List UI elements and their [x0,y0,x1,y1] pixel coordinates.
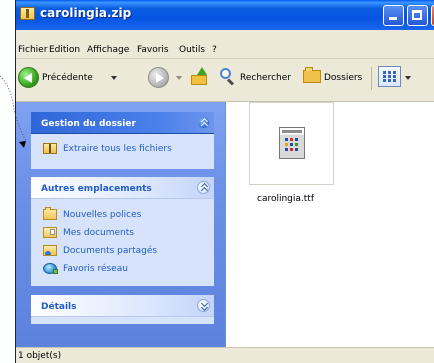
panel-header-details[interactable]: Détails [31,295,214,317]
collapse-chevron-icon[interactable] [197,181,210,194]
views-dropdown-icon[interactable] [405,76,411,80]
menu-outils[interactable]: Outils [179,45,205,55]
search-button-label[interactable]: Rechercher [240,73,291,83]
menu-edition[interactable]: Edition [49,45,80,55]
expand-chevron-icon[interactable] [197,299,210,312]
panel-title-autres: Autres emplacements [41,184,152,194]
views-button[interactable] [378,66,401,87]
menu-affichage[interactable]: Affichage [87,45,129,55]
back-button-label[interactable]: Précédente [42,73,93,83]
place-documents-partages[interactable]: Documents partagés [43,244,208,258]
place-mes-documents[interactable]: Mes documents [43,226,208,240]
screen: carolingia.zip Fichier Edition Affichage… [0,0,434,363]
folders-icon[interactable] [303,67,321,83]
place-nouvelles-polices[interactable]: Nouvelles polices [43,207,208,222]
folders-button-label[interactable]: Dossiers [324,73,362,83]
menu-fichier[interactable]: Fichier [18,45,47,55]
panel-details: Détails [31,295,214,324]
panel-autres-emplacements: Autres emplacements Nouvelles polices Me… [31,177,214,286]
file-item-carolingia[interactable] [249,102,334,185]
place-label: Nouvelles polices [63,210,142,220]
panel-gestion-du-dossier: Gestion du dossier Extraire tous les fic… [31,112,214,169]
search-handle [226,78,235,86]
place-favoris-reseau[interactable]: Favoris réseau [43,262,208,276]
window-title: carolingia.zip [40,6,132,20]
search-icon[interactable] [218,67,236,86]
minimize-button[interactable] [383,5,404,26]
up-arrow-icon [197,67,207,75]
panel-header-autres[interactable]: Autres emplacements [31,177,214,199]
search-lens [220,68,231,79]
menu-help[interactable]: ? [212,45,217,55]
window-titlebar: carolingia.zip [16,0,434,30]
collapse-chevron-icon[interactable] [197,116,210,129]
place-label: Mes documents [63,228,134,238]
tasks-pane: Gestion du dossier Extraire tous les fic… [16,102,226,347]
network-places-icon [43,263,58,274]
menu-bar: Fichier Edition Affichage Favoris Outils… [16,30,434,87]
panel-title-gestion: Gestion du dossier [41,119,136,129]
documents-folder-icon [43,227,57,238]
place-label: Favoris réseau [63,264,128,274]
menu-favoris[interactable]: Favoris [137,45,169,55]
zip-folder-icon [20,7,35,20]
shared-folder-icon [43,245,57,256]
task-extract-all[interactable]: Extraire tous les fichiers [43,142,208,156]
panel-title-details: Détails [41,302,77,312]
folder-content: Gestion du dossier Extraire tous les fic… [16,102,434,347]
maximize-button[interactable] [407,5,428,26]
folder-icon [43,207,57,220]
explorer-window: carolingia.zip Fichier Edition Affichage… [15,0,434,363]
toolbar: Précédente Rechercher Dossiers [16,59,434,102]
panel-header-gestion[interactable]: Gestion du dossier [31,112,214,134]
folder-icon [191,75,207,85]
toolbar-separator [371,67,372,90]
task-label: Extraire tous les fichiers [63,144,172,154]
forward-dropdown-icon[interactable] [176,76,182,80]
zip-folder-icon [43,143,57,154]
file-list-pane: carolingia.ttf [226,102,434,347]
font-file-icon [279,127,305,159]
forward-arrow-icon[interactable] [148,67,169,88]
place-label: Documents partagés [63,246,158,256]
file-name-label[interactable]: carolingia.ttf [257,194,314,204]
status-bar: 1 objet(s) [16,347,434,363]
back-arrow-icon[interactable] [18,67,39,88]
up-folder-icon[interactable] [189,67,209,87]
back-dropdown-icon[interactable] [111,76,117,80]
status-text: 1 objet(s) [18,351,62,361]
